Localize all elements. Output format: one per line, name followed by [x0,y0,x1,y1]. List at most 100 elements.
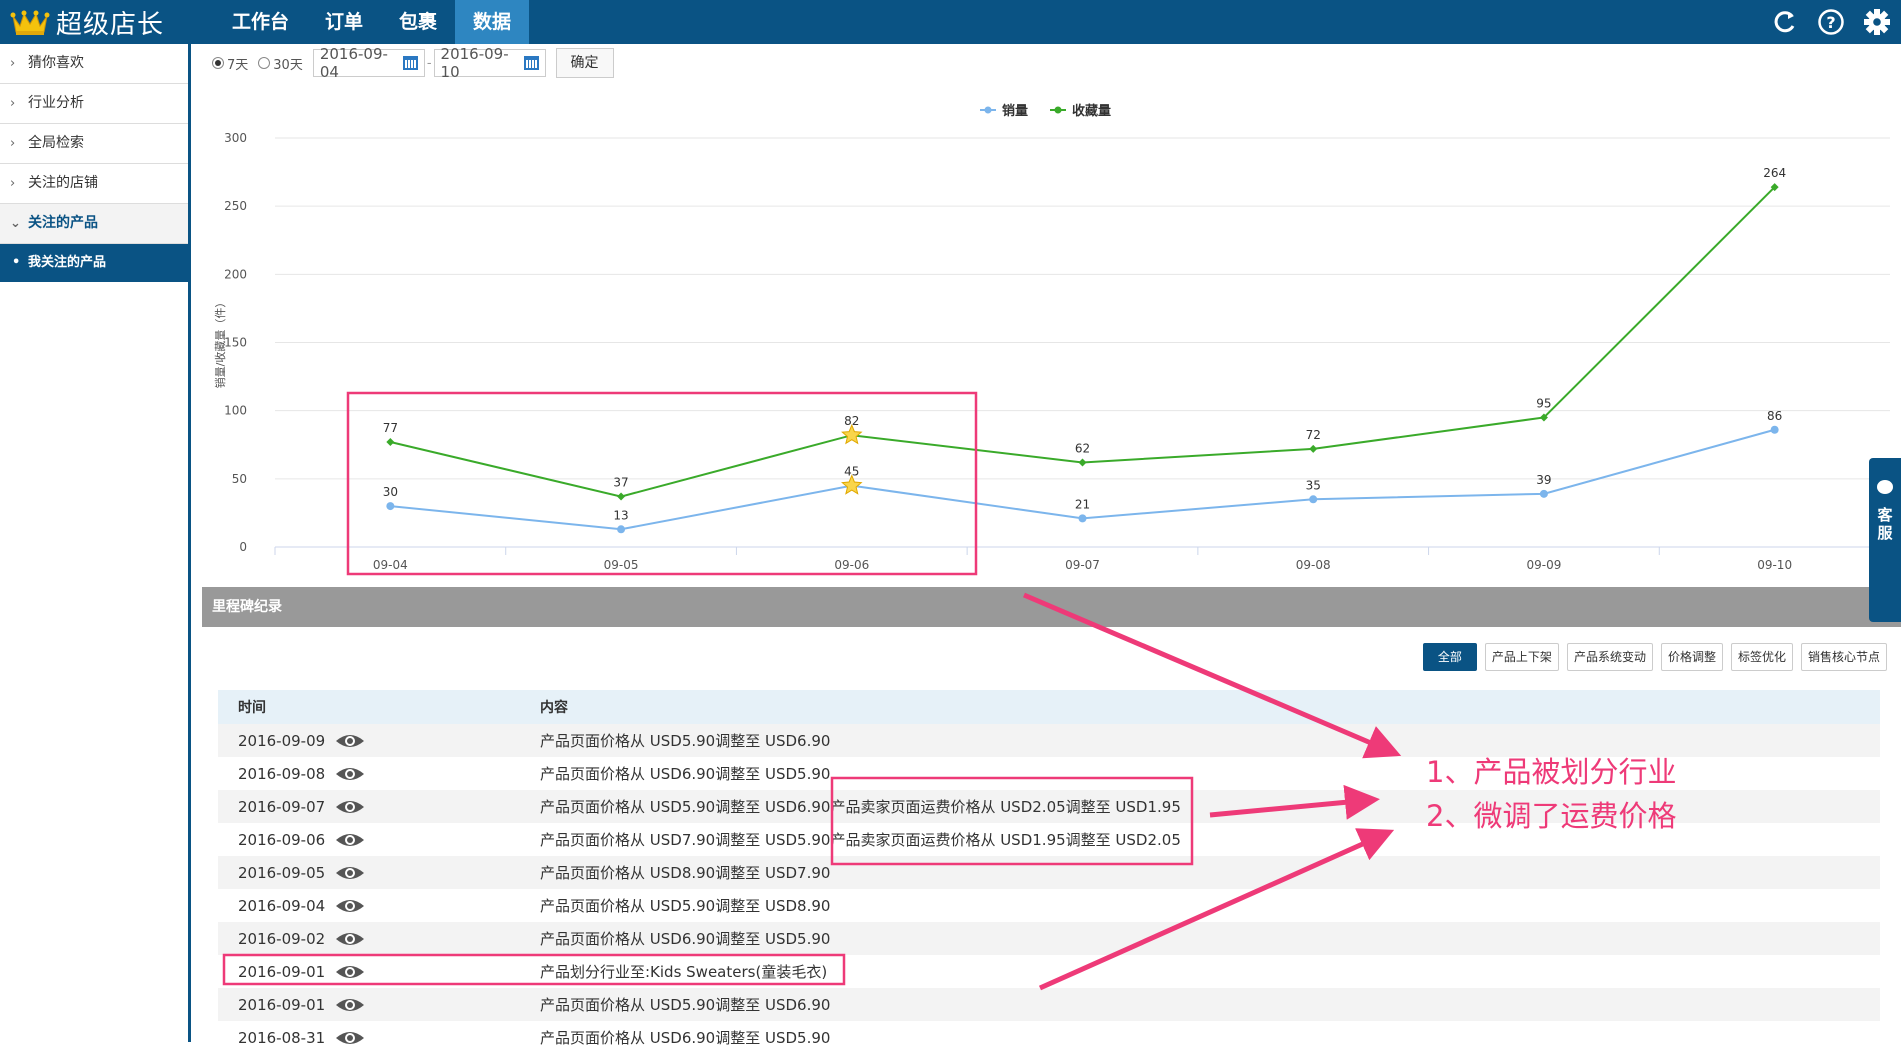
logo[interactable]: 超级店长 [10,6,164,40]
data-label: 72 [1306,428,1321,442]
data-label: 95 [1536,396,1551,410]
data-point [1078,458,1087,467]
y-tick-label: 50 [232,472,247,486]
eye-icon[interactable] [335,963,365,981]
eye-icon[interactable] [335,798,365,816]
eye-icon[interactable] [335,1029,365,1047]
nav-orders[interactable]: 订单 [307,0,381,44]
data-label: 86 [1767,409,1782,423]
end-date-input[interactable]: 2016-09-10 [433,45,546,81]
sidebar-subitem-my-products[interactable]: • 我关注的产品 [0,244,188,282]
data-point [1309,444,1318,453]
range-30-days-label: 30天 [273,57,303,73]
date-separator: - [426,55,432,71]
tag-label-optimize[interactable]: 标签优化 [1730,643,1793,671]
confirm-button[interactable]: 确定 [555,48,614,78]
annotation-note-2: 2、微调了运费价格 [1426,799,1677,833]
chevron-right-icon: › [10,56,16,71]
data-point [1078,514,1087,523]
y-tick-label: 250 [224,199,247,213]
data-label: 30 [383,485,398,499]
chevron-right-icon: › [10,136,16,151]
data-point [617,492,626,501]
milestone-header: 里程碑纪录 [202,587,1901,627]
eye-icon[interactable] [335,765,365,783]
sidebar-item-label: 全局检索 [28,135,84,151]
radio-selected-icon [212,57,224,69]
row-content: 产品页面价格从 USD5.90调整至 USD6.90 [540,732,831,750]
row-content: 产品页面价格从 USD6.90调整至 USD5.90 [540,1029,831,1047]
tag-system-change[interactable]: 产品系统变动 [1566,643,1653,671]
row-content: 产品页面价格从 USD6.90调整至 USD5.90 [540,765,831,783]
row-content: 产品页面价格从 USD6.90调整至 USD5.90 [540,930,831,948]
column-header-time: 时间 [238,700,266,716]
sidebar-item-label: 关注的产品 [28,215,98,231]
help-icon[interactable]: ? [1817,8,1845,36]
tag-price-change[interactable]: 价格调整 [1660,643,1723,671]
start-date-value: 2016-09-04 [319,45,388,81]
sidebar-item-label: 行业分析 [28,95,84,111]
x-tick-label: 09-09 [1526,558,1561,572]
row-time-cell: 2016-09-06 [218,831,540,849]
refresh-icon[interactable] [1771,8,1799,36]
row-time: 2016-09-07 [238,797,326,816]
start-date-input[interactable]: 2016-09-04 [312,45,425,81]
tag-all[interactable]: 全部 [1422,643,1477,671]
data-label: 35 [1306,478,1321,492]
data-label: 77 [383,421,398,435]
sales-favorites-chart: 0 50 100 150 200 250 300 09-04 09-05 09-06 09-07 09… [200,90,1891,580]
sidebar-item-followed-products[interactable]: ⌄ 关注的产品 [0,204,188,244]
eye-icon[interactable] [335,996,365,1014]
main-nav: 工作台 订单 包裹 数据 [214,0,530,44]
table-row: 2016-09-01 产品划分行业至:Kids Sweaters(童装毛衣) [218,955,1880,988]
table-row: 2016-09-02 产品页面价格从 USD6.90调整至 USD5.90 [218,922,1880,955]
row-content-cell: 产品页面价格从 USD5.90调整至 USD8.90 [540,895,1880,916]
range-7-days-label: 7天 [227,57,249,73]
range-7-days-radio[interactable]: 7天 [212,54,248,73]
row-time-cell: 2016-08-31 [218,1029,540,1047]
sidebar-item-search[interactable]: › 全局检索 [0,124,188,164]
x-tick-label: 09-10 [1757,558,1792,572]
row-content: 产品页面价格从 USD5.90调整至 USD8.90 [540,897,831,915]
sidebar: › 猜你喜欢 › 行业分析 › 全局检索 › 关注的店铺 ⌄ 关注的产品 • 我关注的产品 [0,44,191,1042]
nav-packages[interactable]: 包裹 [381,0,455,44]
end-date-value: 2016-09-10 [440,45,509,81]
row-time-cell: 2016-09-01 [218,963,540,981]
data-label: 21 [1075,497,1090,511]
sidebar-item-label: 猜你喜欢 [28,55,84,71]
tag-listing[interactable]: 产品上下架 [1484,643,1559,671]
eye-icon[interactable] [335,897,365,915]
table-header: 时间 内容 [218,690,1880,724]
eye-icon[interactable] [335,732,365,750]
column-header-content: 内容 [540,700,568,716]
row-extra-content: 产品卖家页面运费价格从 USD2.05调整至 USD1.95 [830,798,1181,816]
row-content-cell: 产品页面价格从 USD7.90调整至 USD5.90产品卖家页面运费价格从 US… [540,829,1880,850]
sidebar-item-recommend[interactable]: › 猜你喜欢 [0,44,188,84]
row-content-cell: 产品页面价格从 USD6.90调整至 USD5.90 [540,1027,1880,1048]
calendar-icon[interactable] [403,56,418,70]
eye-icon[interactable] [335,930,365,948]
row-time: 2016-09-06 [238,830,326,849]
row-time-cell: 2016-09-05 [218,864,540,882]
chevron-down-icon: ⌄ [10,216,21,231]
gear-icon[interactable] [1863,8,1891,36]
eye-icon[interactable] [335,864,365,882]
range-30-days-radio[interactable]: 30天 [258,54,303,73]
nav-data[interactable]: 数据 [455,0,530,44]
nav-workbench[interactable]: 工作台 [214,0,307,44]
legend-marker [1054,106,1062,114]
data-label: 264 [1763,166,1786,180]
row-time-cell: 2016-09-01 [218,996,540,1014]
sidebar-item-followed-shops[interactable]: › 关注的店铺 [0,164,188,204]
milestone-table: 时间 内容 2016-09-09 产品页面价格从 USD5.90调整至 USD6.… [218,690,1880,1054]
data-point [1539,489,1548,498]
line-chart: 0 50 100 150 200 250 300 09-04 09-05 09-06 09-07 09… [213,103,1891,572]
customer-service-tab[interactable]: 客服 [1869,458,1901,622]
calendar-icon[interactable] [524,56,539,70]
eye-icon[interactable] [335,831,365,849]
tag-sales-milestone[interactable]: 销售核心节点 [1800,643,1887,671]
row-time: 2016-09-04 [238,896,326,915]
y-tick-label: 150 [224,336,247,350]
sidebar-item-industry[interactable]: › 行业分析 [0,84,188,124]
data-label: 37 [613,476,628,490]
